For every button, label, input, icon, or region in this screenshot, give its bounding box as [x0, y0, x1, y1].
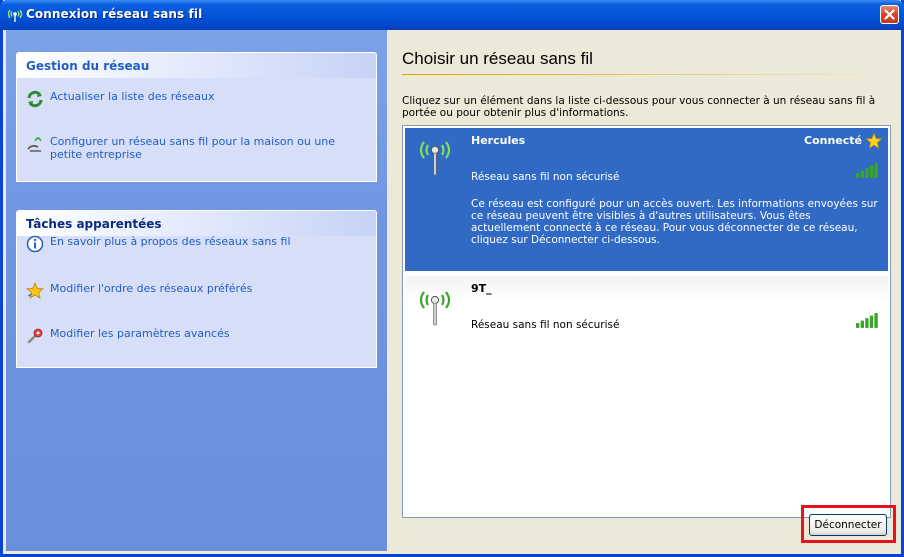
main-content: Choisir un réseau sans fil Cliquez sur u… [388, 30, 901, 551]
network-security: Réseau sans fil non sécurisé [471, 171, 620, 183]
task-preferred-order[interactable]: Modifier l'ordre des réseaux préférés [25, 281, 253, 300]
signal-bar [860, 170, 864, 178]
signal-bar [865, 168, 869, 178]
connection-status: Connecté [804, 134, 862, 147]
panel-title-related: Tâches apparentées [17, 211, 376, 236]
preferred-star-icon [865, 132, 883, 149]
task-advanced-settings[interactable]: Modifier les paramètres avancés [26, 327, 230, 345]
instructions-text: Cliquez sur un élément dans la liste ci-… [402, 95, 876, 119]
signal-bar [869, 165, 874, 178]
page-title: Choisir un réseau sans fil [402, 49, 593, 68]
task-learn-wireless[interactable]: En savoir plus à propos des réseaux sans… [26, 235, 291, 253]
network-list[interactable]: Hercules Connecté Réseau sans fil non sé… [402, 125, 891, 518]
network-item-hercules[interactable]: Hercules Connecté Réseau sans fil non sé… [405, 128, 888, 271]
signal-bar [865, 318, 869, 328]
close-button[interactable] [880, 5, 899, 24]
signal-strength-icon [854, 162, 880, 178]
window-title: Connexion réseau sans fil [26, 7, 203, 21]
signal-bar [860, 320, 864, 328]
signal-bar [856, 173, 860, 178]
task-pane: Gestion du réseau Actualiser la liste de… [6, 30, 387, 551]
task-label: Actualiser la liste des réseaux [50, 90, 215, 103]
wizard-icon [26, 135, 44, 153]
signal-bar [869, 315, 874, 328]
wireless-connection-window: Connexion réseau sans fil Gestion du rés… [0, 0, 904, 557]
star-icon [25, 281, 45, 300]
network-security: Réseau sans fil non sécurisé [471, 319, 620, 331]
network-name: Hercules [471, 134, 526, 147]
signal-bar [874, 163, 878, 178]
related-tasks-panel: Tâches apparentées En savoir plus à prop… [16, 210, 377, 368]
task-label: En savoir plus à propos des réseaux sans… [50, 235, 291, 248]
panel-title-network: Gestion du réseau [17, 53, 376, 78]
disconnect-button[interactable]: Déconnecter [809, 514, 887, 536]
signal-bar [874, 313, 878, 328]
signal-bar [856, 323, 860, 328]
network-description: Ce réseau est configuré pour un accès ou… [471, 198, 878, 246]
settings-icon [26, 327, 44, 345]
task-label: Configurer un réseau sans fil pour la ma… [50, 135, 336, 161]
signal-strength-icon [854, 312, 880, 328]
close-icon [884, 9, 895, 20]
task-label: Modifier l'ordre des réseaux préférés [50, 282, 253, 295]
network-tasks-panel: Gestion du réseau Actualiser la liste de… [16, 52, 377, 182]
task-refresh-networks[interactable]: Actualiser la liste des réseaux [26, 90, 215, 108]
heading-divider [402, 74, 887, 75]
network-name: 9T_ [471, 282, 492, 295]
refresh-icon [26, 90, 44, 108]
wireless-network-icon [6, 7, 23, 23]
wireless-antenna-icon [415, 136, 455, 176]
wireless-antenna-icon [415, 286, 455, 326]
task-label: Modifier les paramètres avancés [50, 327, 230, 340]
title-bar[interactable]: Connexion réseau sans fil [0, 0, 904, 30]
network-item-9t[interactable]: 9T_ Réseau sans fil non sécurisé [405, 276, 888, 342]
info-icon [26, 235, 44, 253]
task-setup-network[interactable]: Configurer un réseau sans fil pour la ma… [26, 135, 346, 161]
